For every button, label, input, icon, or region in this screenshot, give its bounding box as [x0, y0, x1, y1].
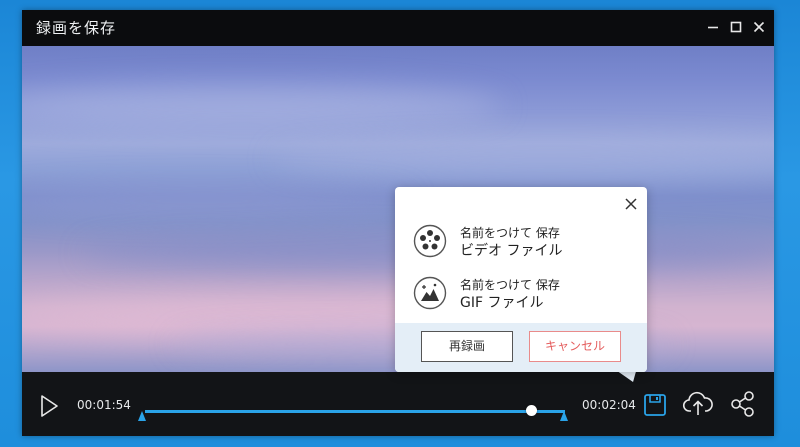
- end-time: 00:02:04: [582, 398, 636, 412]
- title-bar: 録画を保存: [22, 10, 774, 46]
- play-icon[interactable]: [38, 394, 60, 418]
- window-title: 録画を保存: [36, 19, 117, 37]
- gif-image-icon: [413, 276, 447, 310]
- popup-footer: 再録画 キャンセル: [395, 323, 647, 372]
- save-options-popup: 名前をつけて 保存 ビデオ ファイル 名前をつけて 保存 GIF ファイル 再録…: [395, 187, 647, 372]
- playback-controls: 00:01:54 00:02:04: [22, 372, 774, 436]
- cancel-button[interactable]: キャンセル: [529, 331, 621, 362]
- cloud-layer: [22, 86, 502, 126]
- seek-knob[interactable]: [525, 405, 537, 416]
- close-icon[interactable]: [750, 18, 768, 36]
- cloud-upload-icon[interactable]: [682, 390, 714, 418]
- option-label: 名前をつけて 保存: [460, 278, 560, 292]
- cloud-layer: [22, 186, 412, 216]
- save-as-video-option[interactable]: 名前をつけて 保存 ビデオ ファイル: [413, 221, 633, 261]
- maximize-icon[interactable]: [727, 18, 745, 36]
- save-icon[interactable]: [642, 392, 668, 418]
- trim-start-handle[interactable]: [138, 411, 146, 421]
- option-format: ビデオ ファイル: [460, 243, 563, 259]
- cloud-layer: [272, 141, 774, 177]
- option-label: 名前をつけて 保存: [460, 226, 560, 240]
- current-time: 00:01:54: [77, 398, 131, 412]
- seek-bar[interactable]: [145, 410, 565, 413]
- minimize-icon[interactable]: [704, 18, 722, 36]
- trim-end-handle[interactable]: [560, 411, 568, 421]
- rerecord-button[interactable]: 再録画: [421, 331, 513, 362]
- option-format: GIF ファイル: [460, 295, 544, 311]
- film-reel-icon: [413, 224, 447, 258]
- share-icon[interactable]: [729, 390, 757, 418]
- save-as-gif-option[interactable]: 名前をつけて 保存 GIF ファイル: [413, 273, 633, 313]
- close-icon[interactable]: [624, 196, 638, 210]
